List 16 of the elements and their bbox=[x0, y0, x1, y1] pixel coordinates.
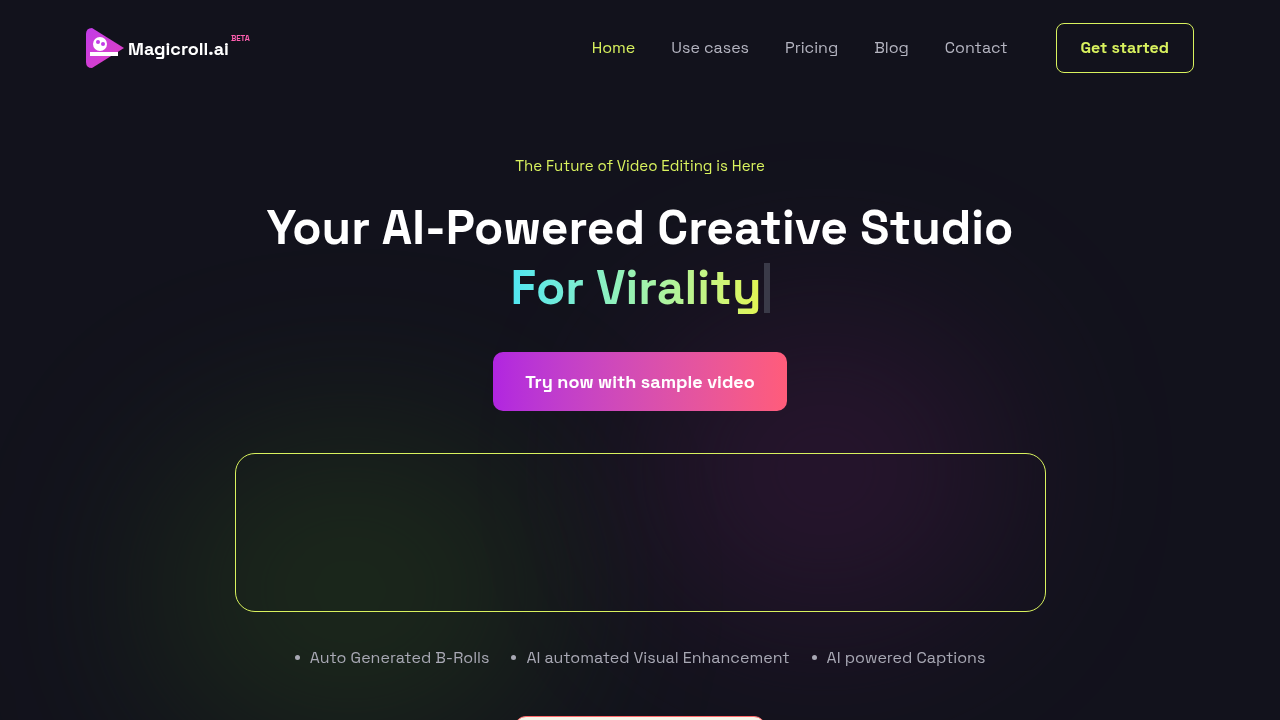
get-started-button[interactable]: Get started bbox=[1055, 23, 1194, 73]
nav-link[interactable]: Contact bbox=[926, 36, 1026, 60]
nav-link[interactable]: Home bbox=[573, 36, 654, 60]
logo-text: Magicroll.ai bbox=[128, 36, 229, 62]
hero-title: Your AI-Powered Creative Studio bbox=[266, 197, 1014, 258]
text-cursor bbox=[763, 262, 770, 313]
sample-video-button[interactable]: Try now with sample video bbox=[493, 351, 787, 411]
logo-icon bbox=[86, 26, 126, 70]
eyebrow-text: The Future of Video Editing is Here bbox=[515, 155, 765, 177]
feature-item: AI powered Captions bbox=[811, 645, 986, 670]
nav-link[interactable]: Pricing bbox=[767, 36, 857, 60]
nav-link[interactable]: Blog bbox=[856, 36, 927, 60]
nav-link[interactable]: Use cases bbox=[653, 36, 768, 60]
feature-item: AI automated Visual Enhancement bbox=[511, 645, 790, 670]
beta-label: BETA bbox=[230, 32, 250, 44]
feature-item: Auto Generated B-Rolls bbox=[294, 645, 490, 670]
